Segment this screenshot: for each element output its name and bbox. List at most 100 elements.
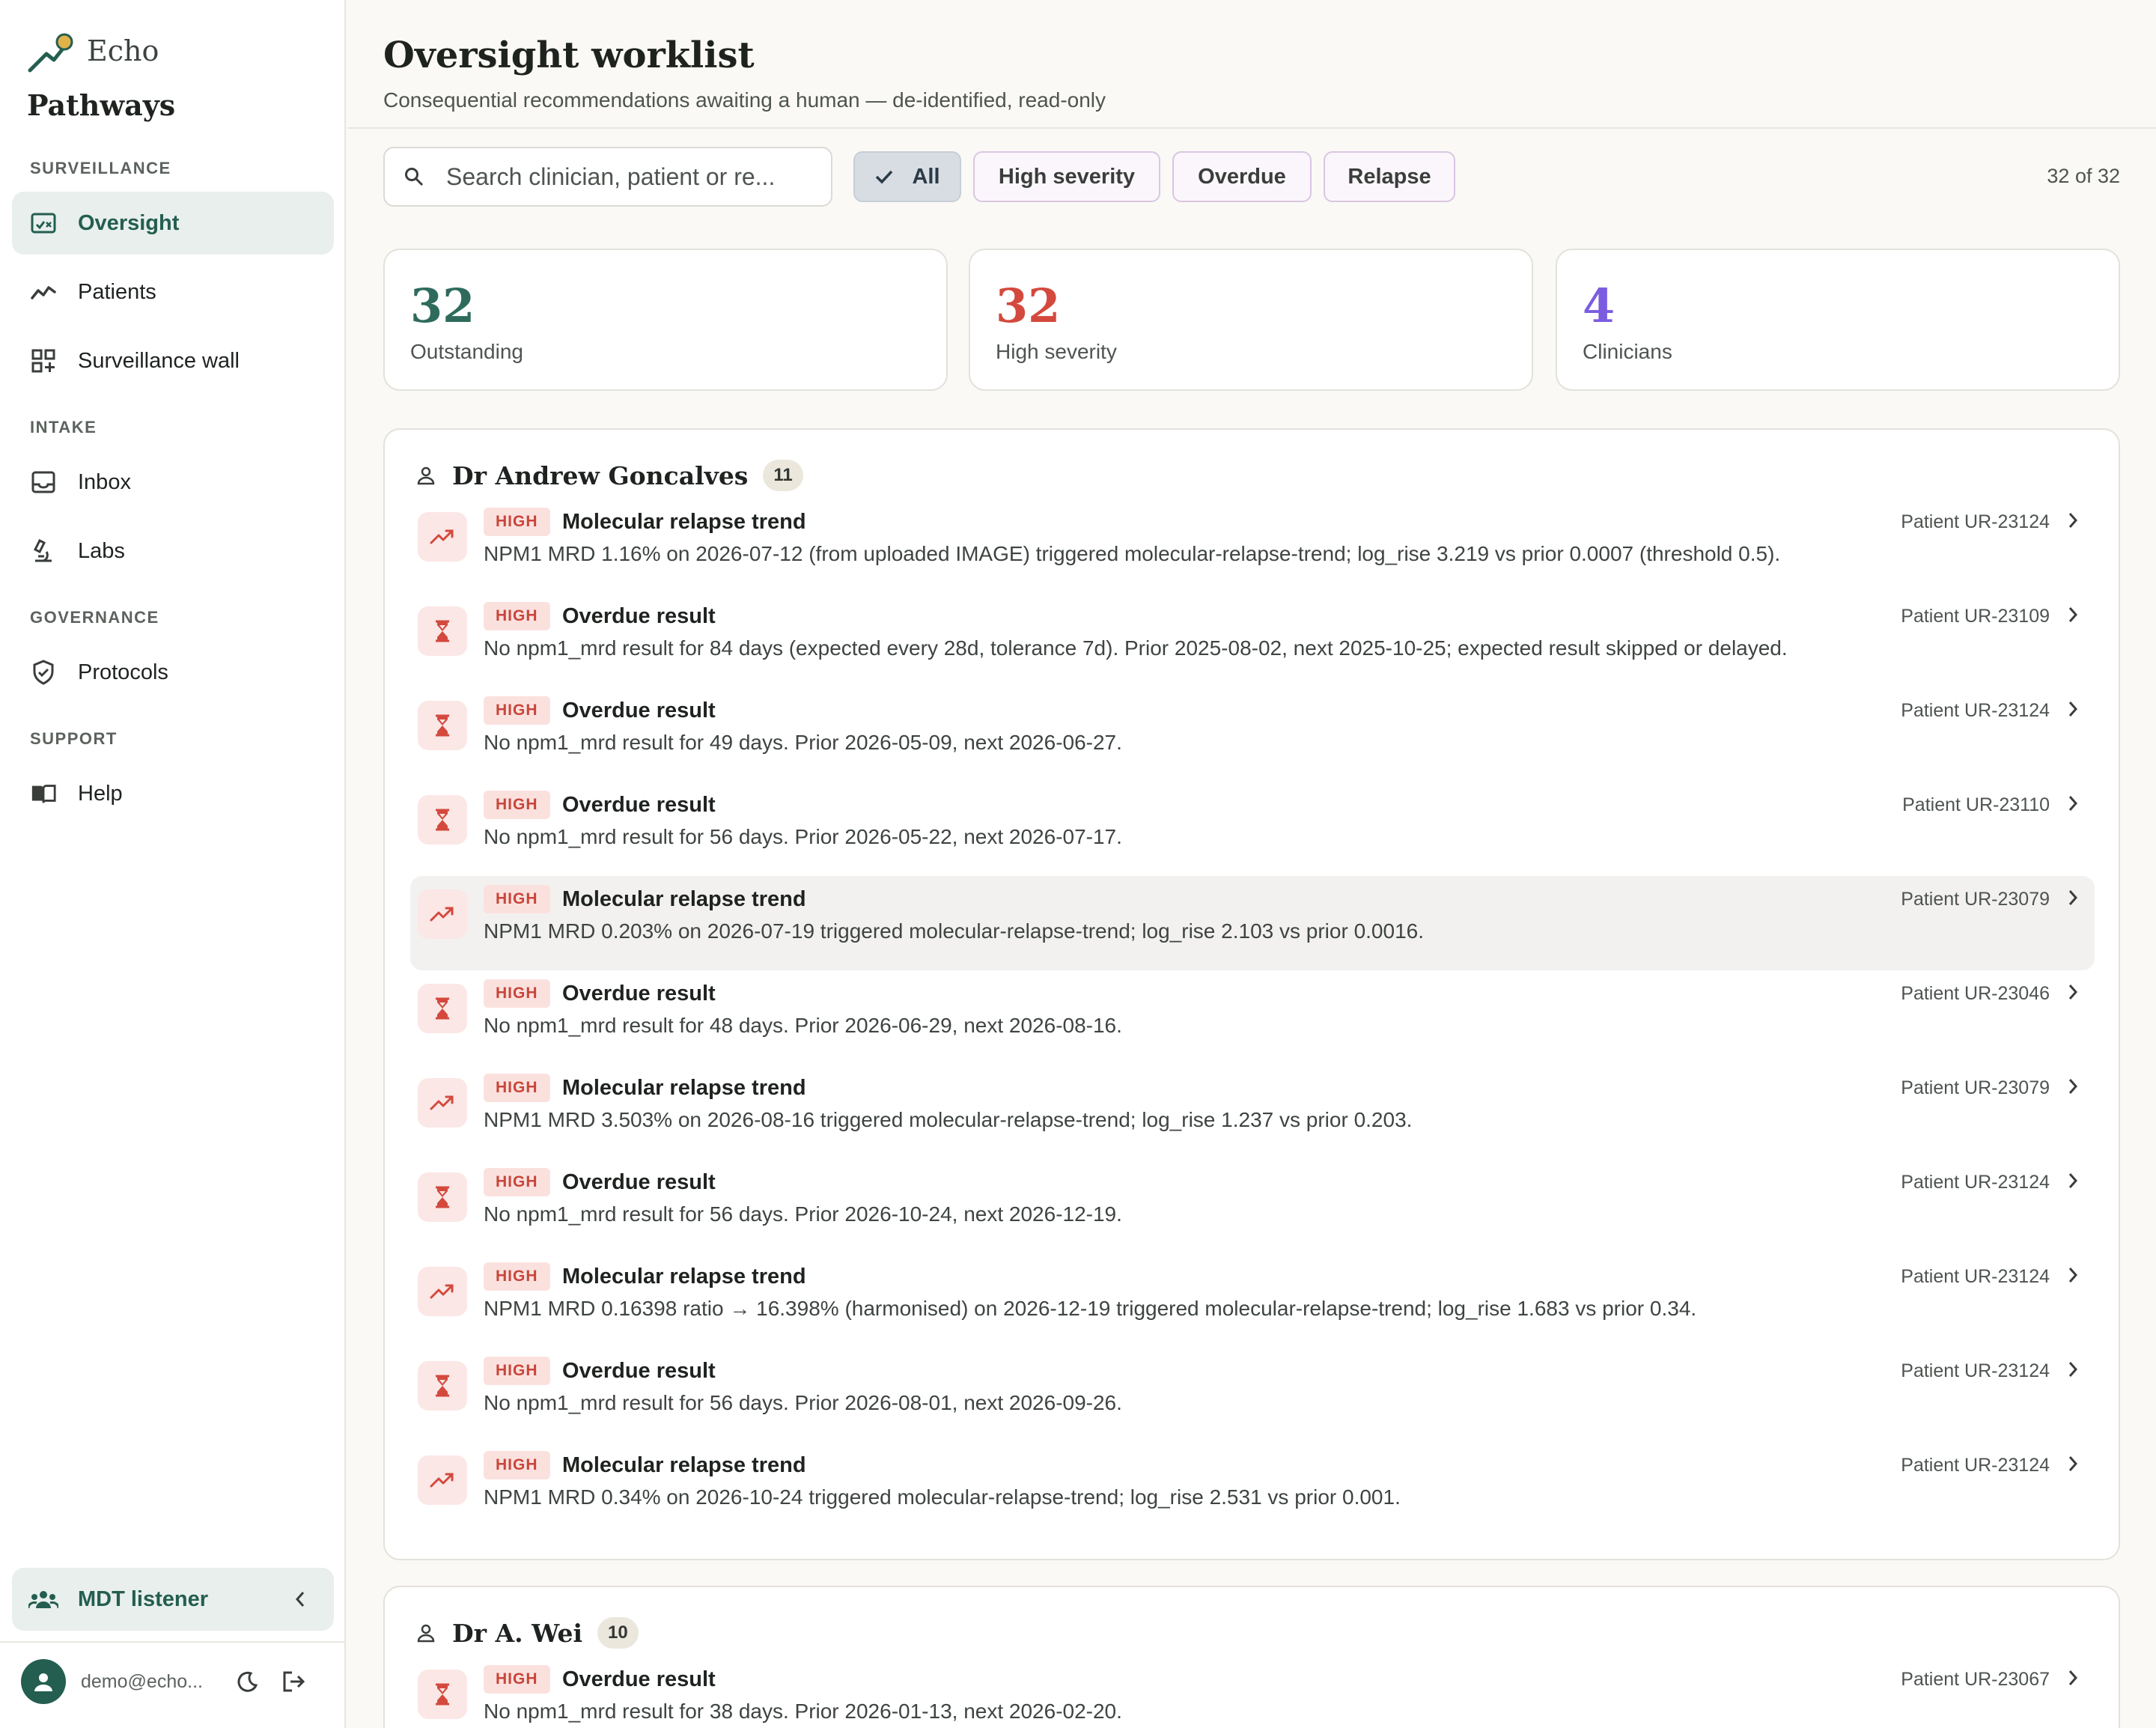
sidebar-item-patients[interactable]: Patients (12, 261, 334, 323)
trend-up-icon (418, 889, 467, 939)
patient-id: Patient UR-23124 (1901, 1265, 2050, 1287)
brand[interactable]: Echo Pathways (27, 28, 326, 133)
patient-id: Patient UR-23124 (1901, 1171, 2050, 1193)
group-header: Dr A. Wei 10 (415, 1614, 639, 1652)
avatar[interactable] (21, 1659, 66, 1704)
patient-id: Patient UR-23079 (1901, 1077, 2050, 1098)
row-description: NPM1 MRD 3.503% on 2026-08-16 triggered … (484, 1108, 1413, 1131)
group-header: Dr Andrew Goncalves 11 (415, 457, 803, 494)
nav-section-intake: INTAKE (30, 418, 97, 436)
row-description: NPM1 MRD 0.203% on 2026-07-19 triggered … (484, 919, 1424, 943)
clinician-group: Dr Andrew Goncalves 11 HIGH Molecular rel… (383, 428, 2120, 1560)
severity-badge: HIGH (484, 602, 550, 630)
row-title: Molecular relapse trend (562, 886, 806, 911)
filter-label: Relapse (1348, 164, 1431, 189)
echo-logo-icon (27, 31, 76, 76)
sidebar-item-inbox[interactable]: Inbox (12, 451, 334, 514)
severity-badge: HIGH (484, 1074, 550, 1102)
worklist-row[interactable]: HIGH Molecular relapse trend NPM1 MRD 0.20… (410, 876, 2095, 970)
trend-up-icon (418, 1078, 467, 1128)
worklist-row[interactable]: HIGH Overdue result No npm1_mrd result for… (410, 1656, 2095, 1728)
worklist-row[interactable]: HIGH Overdue result No npm1_mrd result for… (410, 593, 2095, 687)
sidebar-item-surveillance-wall[interactable]: Surveillance wall (12, 329, 334, 392)
chevron-right-icon[interactable] (2062, 509, 2084, 532)
severity-badge: HIGH (484, 1665, 550, 1694)
severity-badge: HIGH (484, 1451, 550, 1479)
stat-clinicians: 4 Clinicians (1556, 249, 2120, 391)
clinician-name: Dr A. Wei (452, 1618, 582, 1648)
severity-badge: HIGH (484, 791, 550, 819)
chevron-right-icon[interactable] (2062, 1169, 2084, 1192)
mdt-listener-button[interactable]: MDT listener (12, 1568, 334, 1631)
stat-label: Outstanding (410, 340, 523, 363)
filter-overdue[interactable]: Overdue (1172, 151, 1312, 202)
hourglass-icon (418, 984, 467, 1033)
hourglass-icon (418, 1361, 467, 1411)
sidebar-divider (0, 1641, 344, 1643)
search-input[interactable] (446, 162, 828, 191)
chevron-right-icon[interactable] (2062, 698, 2084, 720)
search-icon (403, 165, 425, 188)
worklist-row[interactable]: HIGH Overdue result No npm1_mrd result for… (410, 1159, 2095, 1253)
stat-label: Clinicians (1583, 340, 1672, 363)
chevron-right-icon[interactable] (2062, 1667, 2084, 1689)
worklist-row[interactable]: HIGH Molecular relapse trend NPM1 MRD 0.16… (410, 1253, 2095, 1348)
patient-id: Patient UR-23109 (1901, 605, 2050, 627)
row-title: Molecular relapse trend (562, 1452, 806, 1477)
row-title: Overdue result (562, 792, 716, 817)
stat-value: 32 (996, 279, 1061, 333)
line-chart-icon (30, 279, 57, 305)
chevron-right-icon[interactable] (2062, 1075, 2084, 1098)
header-divider (347, 127, 2156, 129)
sidebar-item-help[interactable]: Help (12, 762, 334, 825)
search-box[interactable] (383, 147, 832, 207)
group-icon (28, 1586, 58, 1613)
check-icon (874, 166, 895, 187)
filter-label: All (912, 164, 940, 189)
user-row: demo@echo... (21, 1659, 335, 1704)
severity-badge: HIGH (484, 508, 550, 536)
chevron-right-icon[interactable] (2062, 981, 2084, 1003)
row-description: No npm1_mrd result for 84 days (expected… (484, 636, 1788, 660)
worklist-row[interactable]: HIGH Overdue result No npm1_mrd result for… (410, 782, 2095, 876)
person-icon (415, 1622, 437, 1644)
sidebar-item-protocols[interactable]: Protocols (12, 641, 334, 704)
hourglass-icon (418, 795, 467, 845)
chevron-right-icon[interactable] (2062, 886, 2084, 909)
worklist-row[interactable]: HIGH Molecular relapse trend NPM1 MRD 0.34… (410, 1442, 2095, 1536)
sidebar-item-label: Protocols (78, 660, 168, 684)
row-description: No npm1_mrd result for 56 days. Prior 20… (484, 825, 1122, 848)
chevron-right-icon[interactable] (2062, 1264, 2084, 1286)
filter-label: High severity (998, 164, 1136, 189)
sidebar-item-labs[interactable]: Labs (12, 520, 334, 582)
row-title: Molecular relapse trend (562, 1264, 806, 1289)
stat-label: High severity (996, 340, 1117, 363)
patient-id: Patient UR-23124 (1901, 1360, 2050, 1381)
moon-icon[interactable] (232, 1667, 262, 1697)
user-email: demo@echo... (81, 1670, 203, 1692)
logout-icon[interactable] (278, 1667, 308, 1697)
chevron-right-icon[interactable] (2062, 1358, 2084, 1381)
worklist-row[interactable]: HIGH Overdue result No npm1_mrd result for… (410, 687, 2095, 782)
chevron-right-icon[interactable] (2062, 1452, 2084, 1475)
row-title: Overdue result (562, 1358, 716, 1383)
nav-section-governance: GOVERNANCE (30, 608, 159, 627)
chevron-right-icon[interactable] (2062, 603, 2084, 626)
worklist-row[interactable]: HIGH Molecular relapse trend NPM1 MRD 1.16… (410, 499, 2095, 593)
sidebar-item-oversight[interactable]: Oversight (12, 192, 334, 255)
worklist-row[interactable]: HIGH Overdue result No npm1_mrd result for… (410, 1348, 2095, 1442)
chevron-right-icon[interactable] (2062, 792, 2084, 815)
nav-section-surveillance: SURVEILLANCE (30, 159, 171, 177)
filter-all[interactable]: All (853, 151, 961, 202)
worklist-row[interactable]: HIGH Molecular relapse trend NPM1 MRD 3.50… (410, 1065, 2095, 1159)
hourglass-icon (418, 701, 467, 750)
severity-badge: HIGH (484, 885, 550, 913)
filter-high-severity[interactable]: High severity (973, 151, 1160, 202)
stat-value: 4 (1583, 279, 1616, 333)
chevron-left-icon[interactable] (289, 1588, 311, 1610)
filter-relapse[interactable]: Relapse (1324, 151, 1455, 202)
person-icon (415, 464, 437, 487)
patient-id: Patient UR-23124 (1901, 511, 2050, 532)
brand-name-top: Echo (87, 34, 159, 67)
worklist-row[interactable]: HIGH Overdue result No npm1_mrd result for… (410, 970, 2095, 1065)
